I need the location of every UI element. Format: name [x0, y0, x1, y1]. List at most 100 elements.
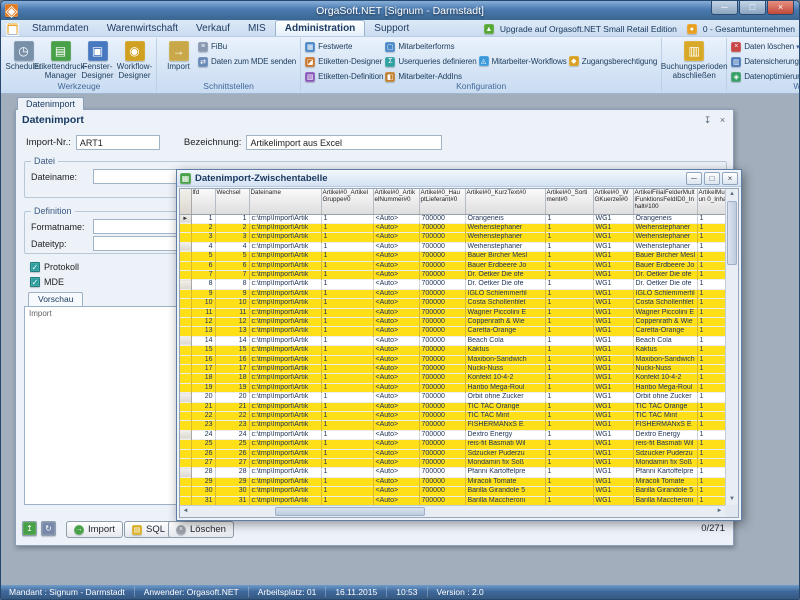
grid-cell[interactable]: 1 — [697, 449, 725, 458]
grid-cell[interactable]: IGLO Schlemmerfil — [465, 289, 545, 298]
grid-cell[interactable]: Bauer Bircher Mesl — [633, 252, 697, 261]
grid-cell[interactable]: 1 — [321, 252, 373, 261]
grid-cell[interactable]: Orbit ohne Zucker — [633, 393, 697, 402]
grid-cell[interactable]: 27 — [191, 459, 215, 468]
tab-administration[interactable]: Administration — [275, 20, 366, 36]
grid-cell[interactable]: WG1 — [593, 421, 633, 430]
grid-cell[interactable]: FISHERMANxS E — [465, 421, 545, 430]
grid-cell[interactable]: 1 — [697, 299, 725, 308]
grid-cell[interactable]: 1 — [545, 336, 593, 345]
grid-cell[interactable]: 700000 — [419, 317, 465, 326]
grid-cell[interactable]: 700000 — [419, 327, 465, 336]
grid-cell[interactable]: 7 — [215, 270, 249, 279]
grid-cell[interactable]: 700000 — [419, 412, 465, 421]
column-header[interactable]: Artikel#0_Sortiment#0 — [545, 189, 593, 214]
grid-cell[interactable]: c:\tmp\Import\Artik — [249, 261, 321, 270]
grid-cell[interactable]: 1 — [697, 308, 725, 317]
grid-cell[interactable]: 12 — [215, 317, 249, 326]
grid-cell[interactable]: <Auto> — [373, 317, 419, 326]
grid-cell[interactable]: 23 — [191, 421, 215, 430]
grid-cell[interactable]: c:\tmp\Import\Artik — [249, 412, 321, 421]
grid-cell[interactable]: WG1 — [593, 430, 633, 439]
grid-cell[interactable]: 1 — [321, 430, 373, 439]
grid-cell[interactable]: 1 — [545, 270, 593, 279]
grid-cell[interactable]: 1 — [697, 252, 725, 261]
grid-cell[interactable]: Coppenrath & Wie — [465, 317, 545, 326]
grid-cell[interactable]: Orangeneis — [633, 214, 697, 223]
grid-cell[interactable]: 700000 — [419, 346, 465, 355]
grid-cell[interactable]: Sdzucker Puderzu — [465, 449, 545, 458]
grid-cell[interactable]: <Auto> — [373, 270, 419, 279]
grid-cell[interactable]: 1 — [321, 383, 373, 392]
row-selector[interactable] — [180, 365, 191, 374]
row-selector[interactable] — [180, 233, 191, 242]
grid-cell[interactable]: 18 — [215, 374, 249, 383]
grid-cell[interactable]: 17 — [191, 365, 215, 374]
grid-cell[interactable]: Mondamin fix Soß — [633, 459, 697, 468]
grid-cell[interactable]: 1 — [545, 261, 593, 270]
grid-cell[interactable]: 20 — [215, 393, 249, 402]
row-selector[interactable] — [180, 346, 191, 355]
grid-cell[interactable]: 1 — [697, 270, 725, 279]
grid-cell[interactable]: 1 — [697, 412, 725, 421]
protokoll-checkbox-row[interactable]: ✓ Protokoll — [30, 262, 79, 272]
grid-cell[interactable]: 1 — [545, 233, 593, 242]
grid-cell[interactable]: WG1 — [593, 412, 633, 421]
grid-cell[interactable]: 1 — [545, 487, 593, 496]
grid-cell[interactable]: 700000 — [419, 440, 465, 449]
grid-cell[interactable]: c:\tmp\Import\Artik — [249, 477, 321, 486]
row-selector[interactable] — [180, 402, 191, 411]
grid-cell[interactable]: 700000 — [419, 496, 465, 505]
upgrade-link[interactable]: ▲ Upgrade auf Orgasoft.NET Small Retail … — [484, 24, 677, 34]
grid-cell[interactable]: WG1 — [593, 233, 633, 242]
grid-cell[interactable]: 1 — [697, 487, 725, 496]
grid-row[interactable]: 1010c:\tmp\Import\Artik1<Auto>700000Cost… — [180, 299, 725, 308]
grid-cell[interactable]: 2 — [215, 223, 249, 232]
grid-cell[interactable]: 1 — [697, 421, 725, 430]
grid-row[interactable]: 1616c:\tmp\Import\Artik1<Auto>700000Maxi… — [180, 355, 725, 364]
grid-cell[interactable]: 1 — [545, 252, 593, 261]
grid-cell[interactable]: Caretta-Orange — [465, 327, 545, 336]
grid-cell[interactable]: 1 — [697, 223, 725, 232]
grid-cell[interactable]: 15 — [191, 346, 215, 355]
row-selector[interactable] — [180, 496, 191, 505]
grid-cell[interactable]: 700000 — [419, 468, 465, 477]
grid-row[interactable]: 1717c:\tmp\Import\Artik1<Auto>700000Nuck… — [180, 365, 725, 374]
grid-cell[interactable]: c:\tmp\Import\Artik — [249, 214, 321, 223]
grid-cell[interactable]: <Auto> — [373, 346, 419, 355]
grid-cell[interactable]: 1 — [321, 233, 373, 242]
grid-cell[interactable]: WG1 — [593, 346, 633, 355]
grid-cell[interactable]: 1 — [697, 459, 725, 468]
grid-row[interactable]: 2323c:\tmp\Import\Artik1<Auto>700000FISH… — [180, 421, 725, 430]
scroll-up-icon[interactable]: ▲ — [726, 189, 738, 200]
grid-cell[interactable]: 2 — [191, 223, 215, 232]
grid-cell[interactable]: 1 — [321, 421, 373, 430]
grid-cell[interactable]: 1 — [697, 477, 725, 486]
grid-row[interactable]: ►11c:\tmp\Import\Artik1<Auto>700000Orang… — [180, 214, 725, 223]
grid-cell[interactable]: Dr. Oetker Die ofe — [633, 280, 697, 289]
grid-cell[interactable]: 700000 — [419, 449, 465, 458]
grid-cell[interactable]: c:\tmp\Import\Artik — [249, 402, 321, 411]
grid-cell[interactable]: 1 — [321, 270, 373, 279]
grid-cell[interactable]: 4 — [215, 242, 249, 251]
grid-row[interactable]: 2626c:\tmp\Import\Artik1<Auto>700000Sdzu… — [180, 449, 725, 458]
grid-cell[interactable]: 5 — [191, 252, 215, 261]
ribbon-button-etikettendruck-manager[interactable]: ▤ Etikettendruck-Manager — [42, 40, 79, 81]
grid-row[interactable]: 1414c:\tmp\Import\Artik1<Auto>700000Beac… — [180, 336, 725, 345]
grid-cell[interactable]: c:\tmp\Import\Artik — [249, 336, 321, 345]
grid-cell[interactable]: Orangeneis — [465, 214, 545, 223]
grid-cell[interactable]: 14 — [215, 336, 249, 345]
grid-cell[interactable]: 1 — [321, 214, 373, 223]
dialog-close-icon[interactable]: × — [722, 172, 738, 185]
grid-cell[interactable]: 700000 — [419, 402, 465, 411]
grid-row[interactable]: 2020c:\tmp\Import\Artik1<Auto>700000Orbi… — [180, 393, 725, 402]
row-selector[interactable] — [180, 270, 191, 279]
grid-cell[interactable]: 1 — [321, 496, 373, 505]
scroll-left-icon[interactable]: ◄ — [180, 506, 191, 517]
grid-cell[interactable]: 6 — [191, 261, 215, 270]
grid-cell[interactable]: 700000 — [419, 430, 465, 439]
grid-cell[interactable]: 1 — [321, 336, 373, 345]
grid-cell[interactable]: 3 — [215, 233, 249, 242]
grid-cell[interactable]: Maxibon-Sandwich — [633, 355, 697, 364]
grid-cell[interactable]: 30 — [191, 487, 215, 496]
